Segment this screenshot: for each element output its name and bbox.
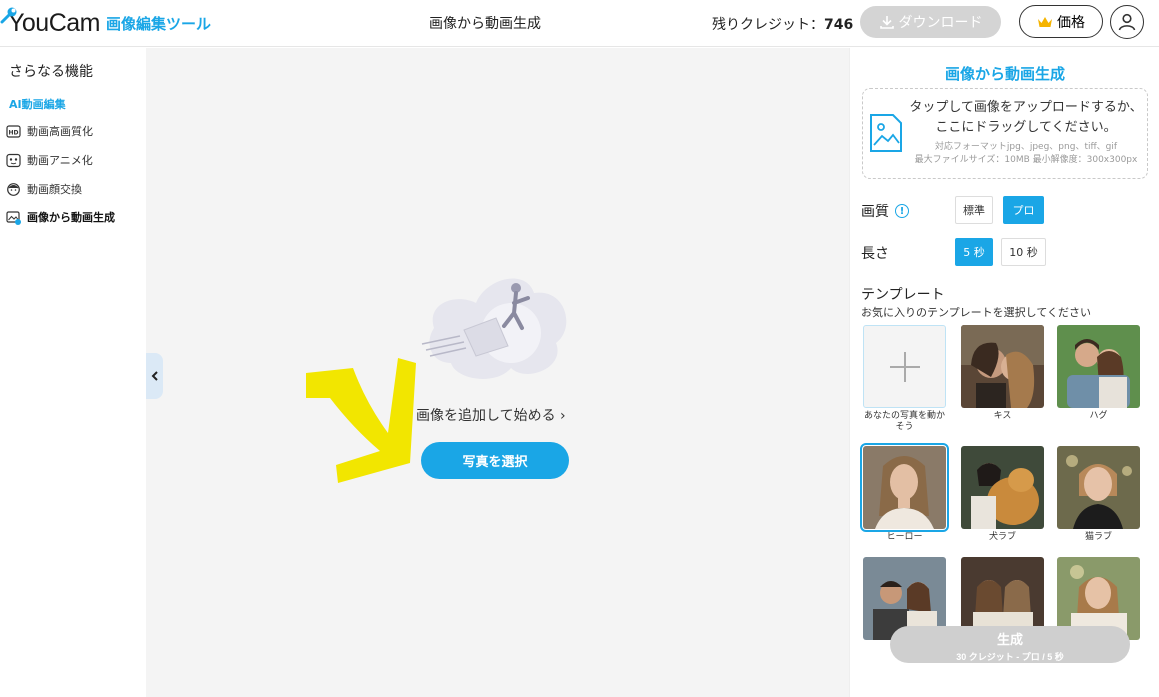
download-button[interactable]: ダウンロード: [860, 6, 1001, 38]
length-label: 長さ: [861, 246, 889, 262]
credits-label: 残りクレジット：: [712, 17, 824, 33]
sidebar-item-label: 動画顔交換: [27, 183, 82, 196]
editor-canvas[interactable]: 画像を追加して始める › 写真を選択: [146, 48, 849, 697]
template-thumbnail: [961, 325, 1044, 408]
panel-title: 画像から動画生成: [944, 65, 1065, 83]
top-header: YouCam 画像編集ツール 画像から動画生成 残りクレジット：746 ダウンロ…: [0, 0, 1159, 47]
templates-subtitle: お気に入りのテンプレートを選択してください: [861, 306, 1092, 319]
add-template-tile[interactable]: [863, 325, 946, 408]
quality-option-standard[interactable]: 標準: [955, 196, 993, 224]
length-option-10s[interactable]: 10 秒: [1001, 238, 1046, 266]
start-text: 画像を追加して始める: [416, 408, 556, 424]
sidebar-item-label: 動画アニメ化: [27, 154, 93, 167]
yellow-arrow-annotation: [306, 358, 416, 483]
upload-formats: 対応フォーマットjpg、jpeg、png、tiff、gif: [934, 142, 1118, 152]
template-thumbnail: [961, 446, 1044, 529]
image-to-video-icon: [6, 210, 21, 225]
svg-text:HD: HD: [8, 129, 18, 136]
settings-panel: 画像から動画生成 タップして画像をアップロードするか、 ここにドラッグしてくださ…: [849, 48, 1159, 697]
template-label: ヒーロー: [886, 532, 923, 542]
upload-instruction-line1: タップして画像をアップロードするか、: [909, 100, 1143, 115]
template-label: 犬ラブ: [988, 532, 1016, 542]
upload-limits: 最大ファイルサイズ：10MB 最小解像度：300x300px: [914, 155, 1138, 165]
template-thumbnail: [860, 443, 949, 532]
template-label: ハグ: [1089, 411, 1108, 421]
sidebar-collapse-toggle[interactable]: [146, 353, 163, 399]
crown-icon: [1038, 16, 1052, 27]
download-icon: [879, 16, 894, 29]
face-swap-icon: [7, 182, 20, 196]
quality-label: 画質: [861, 204, 889, 220]
start-link[interactable]: 画像を追加して始める ›: [416, 405, 566, 425]
sidebar-item-video-face-swap[interactable]: 動画顔交換: [6, 179, 82, 199]
template-hero[interactable]: ヒーロー: [860, 443, 949, 543]
plus-icon: [889, 351, 920, 382]
quality-label-row: 画質 !: [861, 201, 909, 221]
length-label-row: 長さ: [861, 243, 889, 263]
generate-cost: 30 クレジット - プロ / 5 秒: [956, 652, 1064, 662]
select-photo-button[interactable]: 写真を選択: [421, 442, 569, 479]
anime-face-icon: [6, 153, 21, 167]
sidebar-heading: さらなる機能: [9, 64, 93, 80]
templates-title: テンプレート: [861, 287, 945, 303]
chevron-right-icon: ›: [560, 408, 566, 424]
hd-icon: HD: [6, 124, 21, 138]
image-upload-icon: [870, 114, 902, 152]
user-icon: [1118, 13, 1136, 31]
template-custom-photo[interactable]: あなたの写真を動かそう: [863, 325, 946, 433]
empty-state-illustration: [421, 278, 567, 379]
quality-option-pro[interactable]: プロ: [1003, 196, 1044, 224]
generate-button[interactable]: 生成 30 クレジット - プロ / 5 秒: [890, 626, 1130, 663]
sidebar-item-label: 画像から動画生成: [27, 211, 115, 224]
template-thumbnail: [1057, 446, 1140, 529]
length-option-5s[interactable]: 5 秒: [955, 238, 993, 266]
template-kiss[interactable]: キス: [961, 325, 1044, 422]
template-label: キス: [993, 411, 1012, 421]
sidebar-section-ai-video: AI動画編集: [9, 98, 66, 111]
price-button[interactable]: 価格: [1019, 5, 1103, 38]
sidebar-item-image-to-video[interactable]: 画像から動画生成: [6, 207, 115, 227]
template-dog-love[interactable]: 犬ラブ: [961, 446, 1044, 543]
generate-label: 生成: [996, 632, 1023, 647]
credits-display: 残りクレジット：746: [712, 14, 853, 34]
account-button[interactable]: [1110, 5, 1144, 39]
sidebar-item-video-enhance[interactable]: HD 動画高画質化: [6, 121, 93, 141]
template-label: あなたの写真を動かそう: [863, 411, 945, 432]
left-sidebar: さらなる機能 AI動画編集 HD 動画高画質化 動画アニメ化 動画顔交換 画像か…: [0, 48, 146, 697]
template-cat-love[interactable]: 猫ラブ: [1057, 446, 1140, 543]
template-label: 猫ラブ: [1084, 532, 1112, 542]
template-hug[interactable]: ハグ: [1057, 325, 1140, 422]
upload-dropzone[interactable]: タップして画像をアップロードするか、 ここにドラッグしてください。 対応フォーマ…: [862, 88, 1148, 179]
template-thumbnail: [1057, 325, 1140, 408]
info-icon[interactable]: !: [895, 204, 909, 218]
credits-value: 746: [824, 17, 854, 33]
download-label: ダウンロード: [898, 14, 983, 30]
upload-instruction-line2: ここにドラッグしてください。: [935, 120, 1117, 135]
price-label: 価格: [1057, 13, 1085, 30]
sidebar-item-label: 動画高画質化: [27, 125, 93, 138]
chevron-left-icon: [151, 371, 158, 381]
sidebar-item-video-anime[interactable]: 動画アニメ化: [6, 150, 93, 170]
